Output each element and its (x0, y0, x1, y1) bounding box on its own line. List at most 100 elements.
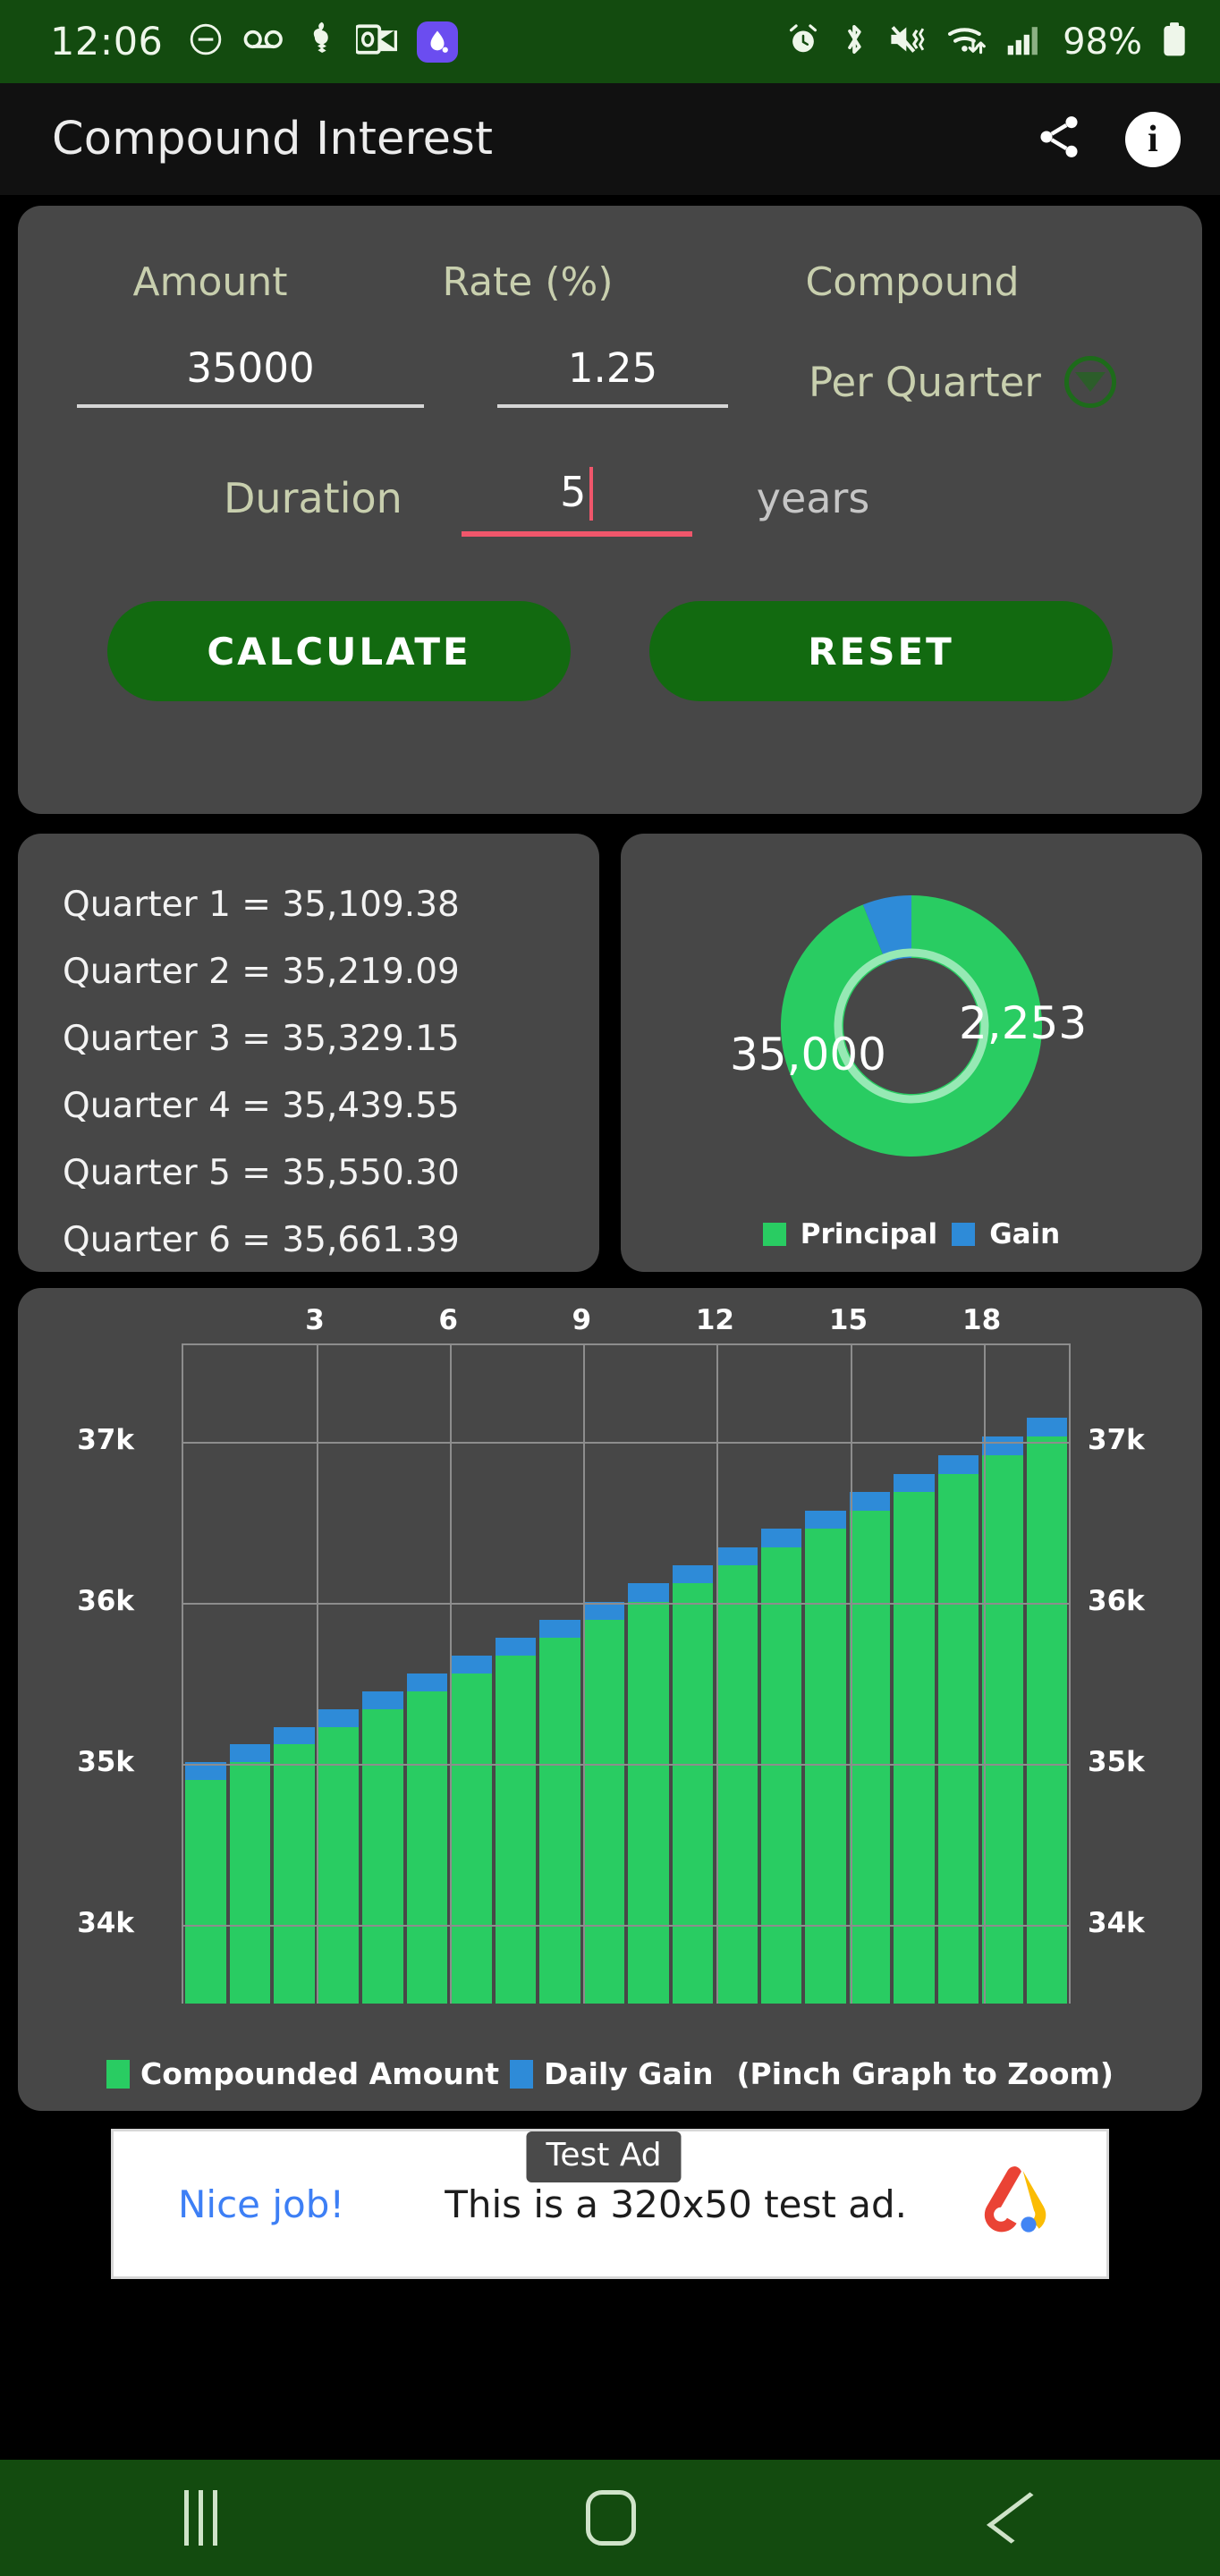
legend-swatch-gain (952, 1223, 976, 1246)
form-label-row: Amount Rate (%) Compound (18, 236, 1202, 305)
alarm-icon (786, 22, 820, 61)
bar-segment-gain (274, 1726, 315, 1745)
chart-bar (185, 1762, 226, 2004)
bar-segment-amount (229, 1762, 270, 2004)
duration-label: Duration (224, 474, 402, 522)
input-form-card: Amount Rate (%) Compound 35000 1.25 Per … (18, 206, 1202, 814)
app-icon (304, 21, 336, 63)
do-not-disturb-icon (188, 21, 224, 62)
x-axis-tick: 12 (695, 1304, 734, 1336)
bar-segment-amount (583, 1619, 624, 2004)
status-bar: 12:06 98% (0, 0, 1220, 83)
page-title: Compound Interest (52, 113, 494, 165)
duration-value: 5 (560, 468, 587, 516)
compound-select[interactable]: Per Quarter (809, 356, 1116, 408)
y-axis-tick: 34k (77, 1907, 134, 1939)
chart-bar (274, 1726, 315, 2004)
ad-cta-link[interactable]: Nice job! (178, 2182, 344, 2226)
legend-swatch-compounded-amount (106, 2059, 130, 2089)
bar-segment-gain (894, 1473, 935, 1493)
legend-label-daily-gain: Daily Gain (544, 2056, 714, 2091)
bar-segment-gain (628, 1583, 669, 1602)
chart-bar (451, 1655, 492, 2004)
bar-segment-gain (1026, 1418, 1067, 1437)
info-glyph: i (1148, 118, 1158, 160)
pinch-to-zoom-hint: (Pinch Graph to Zoom) (736, 2056, 1114, 2091)
list-item: Quarter 2 = 35,219.09 (63, 952, 460, 992)
gridline (317, 1345, 319, 2004)
chart-bar (672, 1565, 713, 2004)
amount-input[interactable]: 35000 (77, 344, 424, 408)
chevron-down-icon[interactable] (1063, 356, 1116, 408)
status-clock: 12:06 (50, 19, 164, 64)
bar-segment-amount (760, 1546, 801, 2004)
chart-bar (716, 1546, 758, 2004)
wifi-icon (946, 22, 987, 61)
bar-segment-amount (849, 1510, 890, 2004)
back-icon[interactable] (986, 2492, 1055, 2544)
results-row: Quarter 1 = 35,109.38 Quarter 2 = 35,219… (18, 834, 1202, 1272)
form-input-row: 35000 1.25 Per Quarter (18, 344, 1202, 408)
bar-segment-gain (760, 1529, 801, 1547)
bar-segment-gain (451, 1655, 492, 1674)
legend-swatch-principal (762, 1223, 786, 1246)
list-item: Quarter 5 = 35,550.30 (63, 1153, 460, 1193)
duration-row: Duration 5 years (18, 467, 1202, 537)
chart-bar (982, 1436, 1023, 2004)
bar-chart-card[interactable]: 3 6 9 12 15 18 34k 35k 36k 37k 34k 35k 36k 37k Comp… (18, 1288, 1202, 2111)
ad-banner[interactable]: Test Ad Nice job! This is a 320x50 test … (111, 2129, 1109, 2279)
ad-test-badge: Test Ad (526, 2131, 682, 2182)
home-icon[interactable] (586, 2490, 637, 2546)
donut-chart-card[interactable]: 35,000 2,253 Principal Gain (621, 834, 1202, 1272)
legend-label-compounded-amount: Compounded Amount (140, 2056, 500, 2091)
bar-segment-amount (672, 1583, 713, 2004)
bar-segment-amount (406, 1690, 447, 2004)
share-icon[interactable] (1034, 112, 1084, 166)
bar-segment-amount (539, 1637, 580, 2004)
y-axis-tick: 35k (1088, 1746, 1145, 1778)
status-right-icons: 98% (786, 21, 1188, 63)
x-axis-tick: 9 (572, 1304, 592, 1336)
chart-bar (760, 1529, 801, 2004)
gridline (850, 1345, 852, 2004)
x-axis-tick: 3 (305, 1304, 325, 1336)
legend-label-principal: Principal (800, 1218, 938, 1250)
y-axis-tick: 36k (77, 1585, 134, 1617)
gridline (450, 1345, 453, 2004)
rate-input[interactable]: 1.25 (497, 344, 728, 408)
app-bar: Compound Interest i (0, 83, 1220, 195)
calculate-button[interactable]: CALCULATE (107, 601, 571, 701)
list-item: Quarter 3 = 35,329.15 (63, 1019, 460, 1059)
bar-segment-gain (406, 1673, 447, 1691)
donut-legend: Principal Gain (621, 1218, 1202, 1250)
info-icon[interactable]: i (1125, 111, 1181, 167)
chart-bar (805, 1510, 846, 2004)
compound-selected-value: Per Quarter (809, 358, 1041, 406)
list-item: Quarter 4 = 35,439.55 (63, 1086, 460, 1126)
chart-plot-area[interactable] (182, 1343, 1071, 2004)
donut-chart[interactable]: 35,000 2,253 (621, 843, 1202, 1209)
bar-segment-gain (672, 1565, 713, 1584)
bar-segment-amount (185, 1779, 226, 2004)
duration-input[interactable]: 5 (461, 467, 692, 537)
chart-bar (318, 1708, 359, 2004)
bar-segment-amount (628, 1601, 669, 2004)
x-axis-tick: 6 (438, 1304, 458, 1336)
y-axis-tick: 35k (77, 1746, 134, 1778)
bar-segment-gain (849, 1492, 890, 1511)
chart-bar (539, 1619, 580, 2004)
bar-segment-amount (805, 1529, 846, 2004)
bar-segment-amount (362, 1708, 403, 2004)
android-nav-bar (0, 2460, 1220, 2576)
chart-bar (1026, 1418, 1067, 2004)
reset-button[interactable]: RESET (649, 601, 1113, 701)
chart-bar (849, 1492, 890, 2004)
recents-icon[interactable] (184, 2490, 218, 2546)
bar-segment-amount (274, 1744, 315, 2004)
purple-app-icon (417, 21, 459, 63)
chart-x-axis: 3 6 9 12 15 18 (18, 1301, 1202, 1345)
bar-segment-amount (1026, 1436, 1067, 2004)
outlook-icon (354, 21, 398, 62)
gridline (983, 1345, 986, 2004)
bar-segment-amount (894, 1492, 935, 2004)
